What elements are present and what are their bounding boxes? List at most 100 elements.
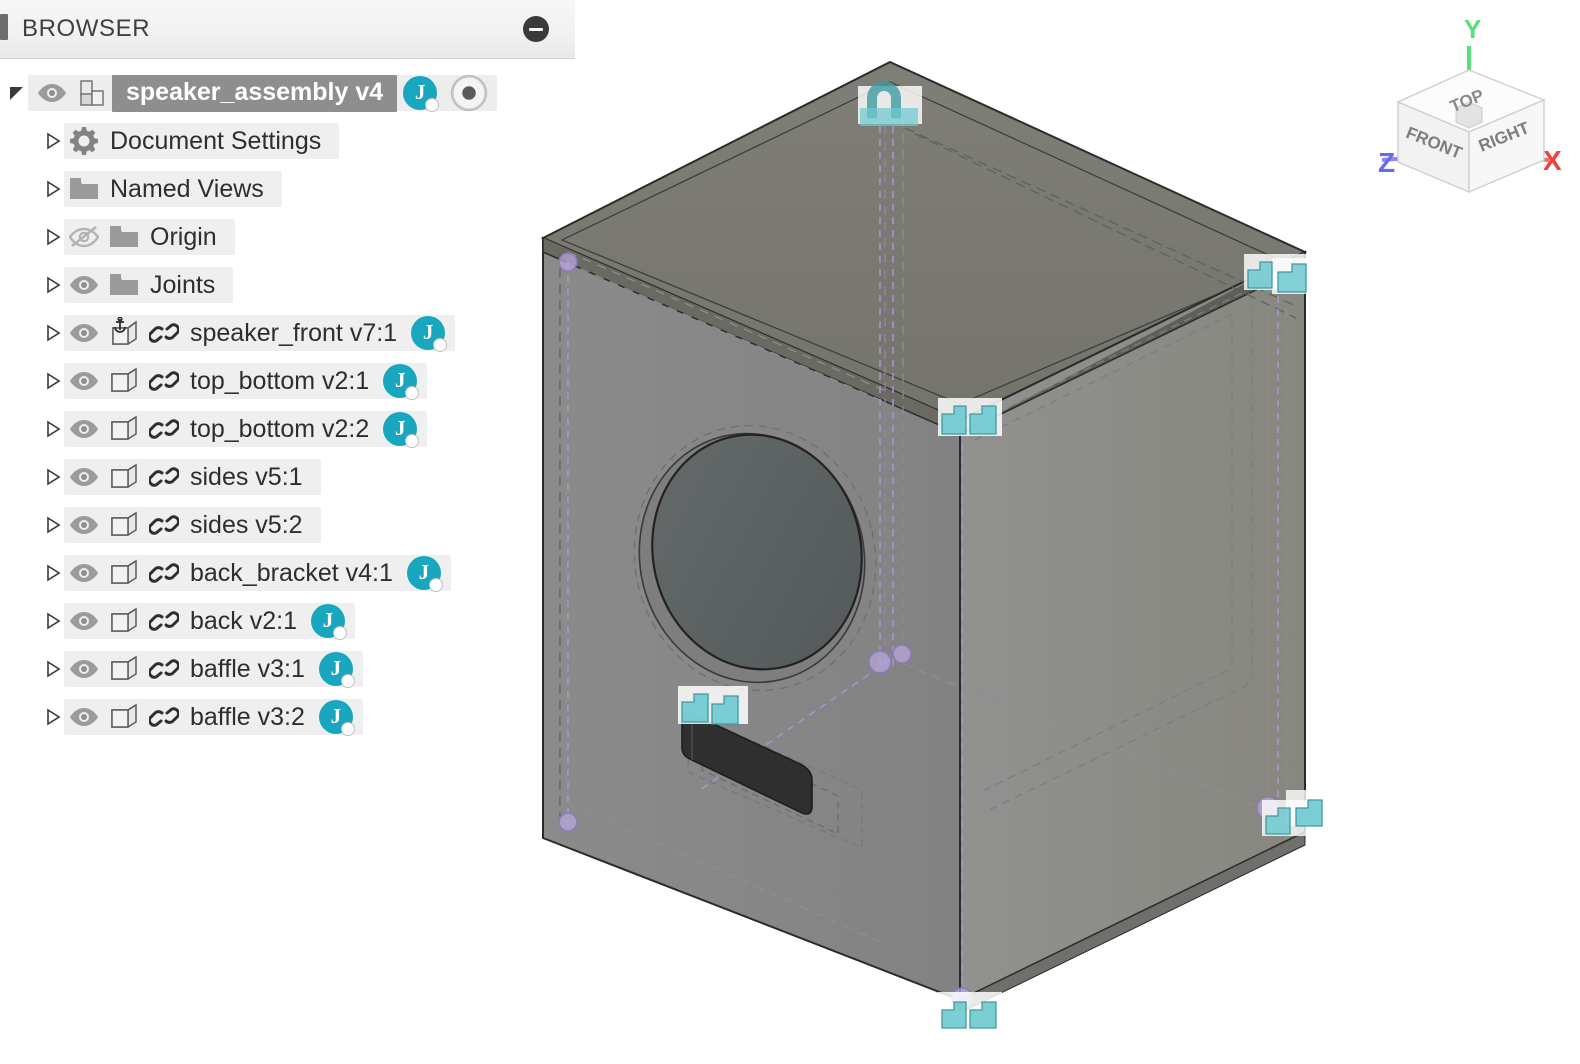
component-icon[interactable] xyxy=(104,555,144,591)
eye-icon[interactable] xyxy=(64,555,104,591)
joint-badge[interactable]: J xyxy=(311,604,348,640)
tree-row-top-bottom-v2-1[interactable]: top_bottom v2:1 J xyxy=(0,357,575,405)
twisty-expanded-icon[interactable] xyxy=(6,82,28,104)
eye-icon[interactable] xyxy=(64,651,104,687)
browser-header: BROWSER xyxy=(0,0,575,59)
link-icon[interactable] xyxy=(144,699,184,735)
tree-row-baffle-v3-1[interactable]: baffle v3:1 J xyxy=(0,645,575,693)
component-icon[interactable] xyxy=(104,411,144,447)
tree-row-back-v2-1[interactable]: back v2:1 J xyxy=(0,597,575,645)
twisty-collapsed-icon[interactable] xyxy=(42,658,64,680)
joint-badge-dot xyxy=(405,386,420,400)
component-icon[interactable] xyxy=(104,507,144,543)
link-icon[interactable] xyxy=(144,555,184,591)
tree-row-named-views[interactable]: Named Views xyxy=(0,165,575,213)
link-icon[interactable] xyxy=(144,363,184,399)
joint-badge-dot xyxy=(340,674,355,688)
joint-badge[interactable]: J xyxy=(318,652,355,688)
axis-label-x: X xyxy=(1543,145,1562,176)
tree-item-label: baffle v3:1 xyxy=(190,654,305,683)
eye-icon[interactable] xyxy=(64,507,104,543)
eye-hidden-icon[interactable] xyxy=(64,219,104,255)
tree-row-back-bracket-v4-1[interactable]: back_bracket v4:1 J xyxy=(0,549,575,597)
tree-item-label: Origin xyxy=(150,222,217,251)
folder-icon xyxy=(104,267,144,303)
twisty-collapsed-icon[interactable] xyxy=(42,226,64,248)
tree-item-label: sides v5:2 xyxy=(190,510,303,539)
link-icon[interactable] xyxy=(144,651,184,687)
tree-row-origin[interactable]: Origin xyxy=(0,213,575,261)
tree-row-speaker-front-v7-1[interactable]: speaker_front v7:1 J xyxy=(0,309,575,357)
eye-icon[interactable] xyxy=(64,363,104,399)
panel-dock-handle[interactable] xyxy=(0,14,8,40)
browser-tree[interactable]: speaker_assembly v4 J Document Settings xyxy=(0,59,575,741)
tree-item-label: baffle v3:2 xyxy=(190,702,305,731)
eye-icon[interactable] xyxy=(64,603,104,639)
tree-row-joints[interactable]: Joints xyxy=(0,261,575,309)
tree-row-sides-v5-2[interactable]: sides v5:2 xyxy=(0,501,575,549)
tree-row-baffle-v3-2[interactable]: baffle v3:2 J xyxy=(0,693,575,741)
minus-circle-icon[interactable] xyxy=(523,16,549,42)
activated-component-icon[interactable] xyxy=(451,75,488,111)
eye-icon[interactable] xyxy=(32,75,72,111)
eye-icon[interactable] xyxy=(64,699,104,735)
tree-item-label: top_bottom v2:2 xyxy=(190,414,370,443)
twisty-collapsed-icon[interactable] xyxy=(42,370,64,392)
panel-title: BROWSER xyxy=(22,15,151,42)
link-icon[interactable] xyxy=(144,411,184,447)
gear-icon xyxy=(64,123,104,159)
view-cube[interactable]: Y X Z TOP FRONT RIGHT xyxy=(1378,14,1562,194)
tree-child-rows: Document Settings Named Views Origin Joi… xyxy=(0,117,575,741)
joint-badge[interactable]: J xyxy=(383,364,420,400)
joint-badge-dot xyxy=(333,626,348,640)
twisty-collapsed-icon[interactable] xyxy=(42,322,64,344)
axis-label-y: Y xyxy=(1464,14,1481,44)
twisty-collapsed-icon[interactable] xyxy=(42,178,64,200)
component-icon[interactable] xyxy=(104,363,144,399)
component-icon[interactable] xyxy=(104,699,144,735)
joint-badge[interactable]: J xyxy=(403,76,440,112)
joint-marker-rigid-bottom-front[interactable] xyxy=(938,992,1002,1030)
link-icon[interactable] xyxy=(144,507,184,543)
grounded-component-icon[interactable] xyxy=(104,315,144,351)
joint-badge[interactable]: J xyxy=(406,556,443,592)
assembly-icon xyxy=(72,75,112,111)
link-icon[interactable] xyxy=(144,315,184,351)
joint-marker-rigid-port[interactable] xyxy=(678,686,748,725)
tree-item-label: Named Views xyxy=(110,174,264,203)
joint-marker-rigid-mid-front[interactable] xyxy=(938,398,1002,436)
joint-badge[interactable]: J xyxy=(383,412,420,448)
tree-row-sides-v5-1[interactable]: sides v5:1 xyxy=(0,453,575,501)
link-icon[interactable] xyxy=(144,459,184,495)
joint-badge-dot xyxy=(433,338,448,352)
component-icon[interactable] xyxy=(104,651,144,687)
twisty-collapsed-icon[interactable] xyxy=(42,418,64,440)
joint-badge-dot xyxy=(405,434,420,448)
twisty-collapsed-icon[interactable] xyxy=(42,466,64,488)
twisty-collapsed-icon[interactable] xyxy=(42,514,64,536)
joint-badge-dot xyxy=(340,722,355,736)
twisty-collapsed-icon[interactable] xyxy=(42,562,64,584)
eye-icon[interactable] xyxy=(64,267,104,303)
twisty-collapsed-icon[interactable] xyxy=(42,274,64,296)
tree-row-top-bottom-v2-2[interactable]: top_bottom v2:2 J xyxy=(0,405,575,453)
joint-badge[interactable]: J xyxy=(411,316,448,352)
eye-icon[interactable] xyxy=(64,315,104,351)
component-icon[interactable] xyxy=(104,459,144,495)
tree-row-document-settings[interactable]: Document Settings xyxy=(0,117,575,165)
joint-marker-revolute-top-front[interactable] xyxy=(858,81,922,126)
component-icon[interactable] xyxy=(104,603,144,639)
eye-icon[interactable] xyxy=(64,411,104,447)
eye-icon[interactable] xyxy=(64,459,104,495)
joint-marker-rigid-top-right[interactable] xyxy=(1244,254,1330,294)
twisty-collapsed-icon[interactable] xyxy=(42,706,64,728)
joint-badge-letter: J xyxy=(322,608,334,632)
joint-badge-letter: J xyxy=(422,320,434,344)
tree-item-label: Joints xyxy=(150,270,216,299)
twisty-collapsed-icon[interactable] xyxy=(42,130,64,152)
tree-row-speaker-assembly[interactable]: speaker_assembly v4 J xyxy=(0,69,575,117)
joint-badge[interactable]: J xyxy=(318,700,355,736)
tree-item-label: back v2:1 xyxy=(190,606,298,635)
link-icon[interactable] xyxy=(144,603,184,639)
twisty-collapsed-icon[interactable] xyxy=(42,610,64,632)
